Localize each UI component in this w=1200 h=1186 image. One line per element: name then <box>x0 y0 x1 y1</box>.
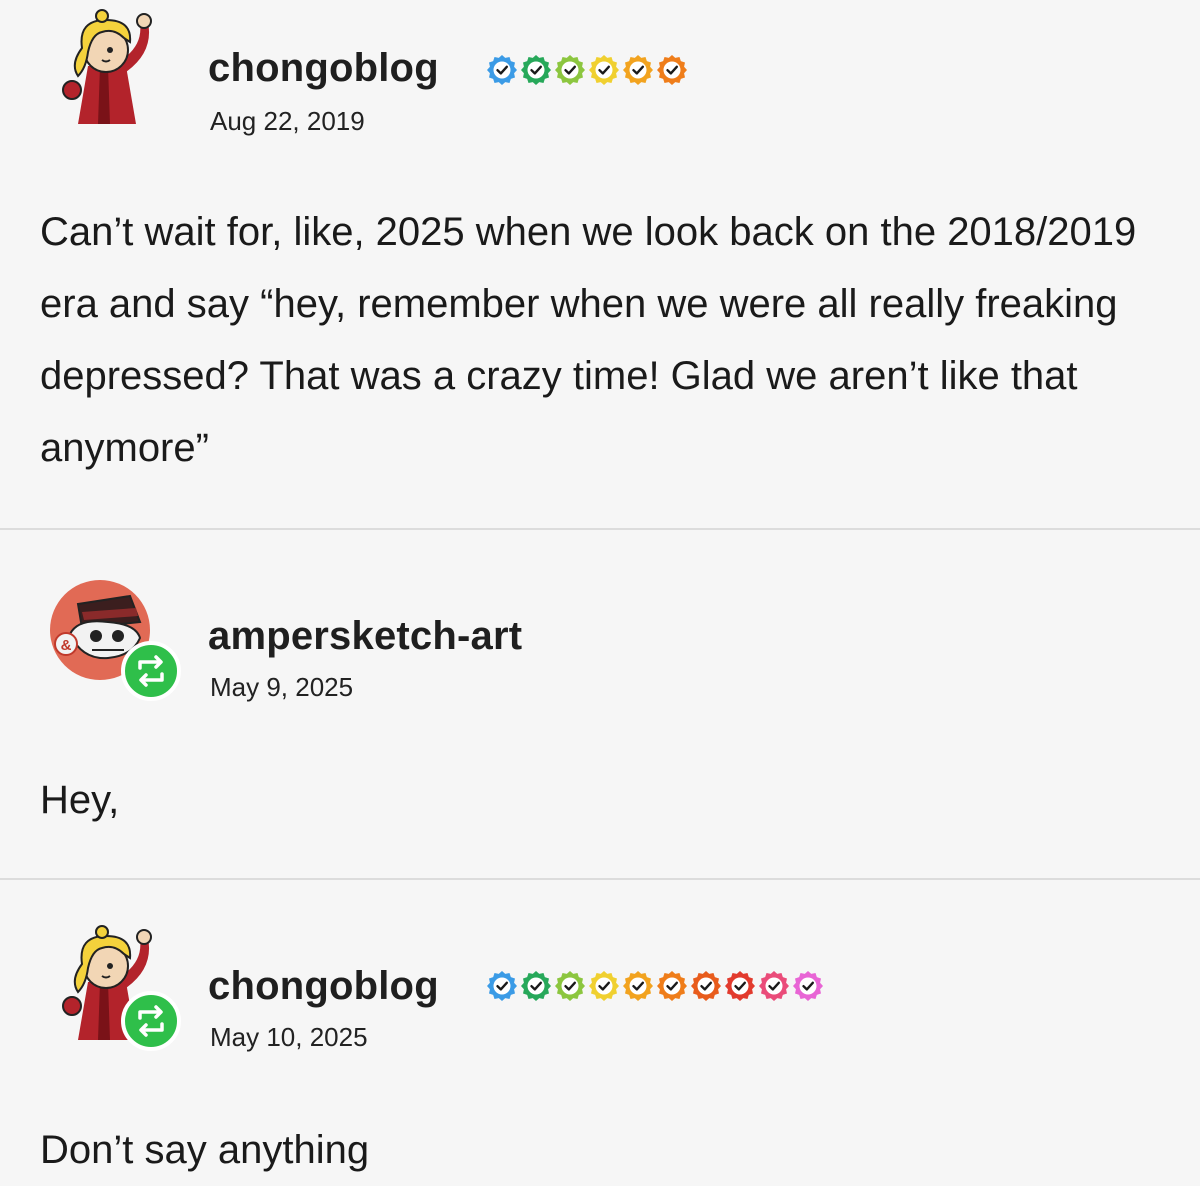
verified-check-icon <box>657 55 687 85</box>
verified-badges <box>486 970 824 1002</box>
post-body: Don’t say anything <box>40 1128 370 1172</box>
verified-check-icon <box>623 55 653 85</box>
post-username[interactable]: chongoblog <box>208 964 439 1009</box>
verified-check-icon <box>793 971 823 1001</box>
verified-check-icon <box>623 971 653 1001</box>
verified-check-icon <box>487 55 517 85</box>
verified-check-icon <box>759 971 789 1001</box>
post-3: chongoblog May 10, 2025 Don’t say anythi… <box>0 880 1200 1179</box>
verified-check-icon <box>725 971 755 1001</box>
verified-check-icon <box>521 55 551 85</box>
post-date: May 9, 2025 <box>210 672 354 702</box>
post-body: Can’t wait for, like, 2025 when we look … <box>40 210 1137 470</box>
post-2: & ampersketch-art May 9, 2025 Hey, <box>0 530 1200 878</box>
post-date: May 10, 2025 <box>210 1022 368 1052</box>
post-date: Aug 22, 2019 <box>210 106 365 136</box>
post-username[interactable]: ampersketch-art <box>208 614 522 659</box>
verified-badges <box>486 54 688 86</box>
avatar-chongoblog[interactable] <box>48 6 168 126</box>
verified-check-icon <box>589 55 619 85</box>
verified-check-icon <box>521 971 551 1001</box>
reblog-icon <box>120 990 182 1052</box>
verified-check-icon <box>487 971 517 1001</box>
reblog-icon <box>120 640 182 702</box>
post-username[interactable]: chongoblog <box>208 46 439 91</box>
verified-check-icon <box>589 971 619 1001</box>
verified-check-icon <box>691 971 721 1001</box>
verified-check-icon <box>555 971 585 1001</box>
verified-check-icon <box>555 55 585 85</box>
amp-badge-text: & <box>61 637 72 654</box>
verified-check-icon <box>657 971 687 1001</box>
post-body: Hey, <box>40 778 120 822</box>
post-1: chongoblog Aug 22, 2019 Can’t wait for, … <box>0 0 1200 528</box>
